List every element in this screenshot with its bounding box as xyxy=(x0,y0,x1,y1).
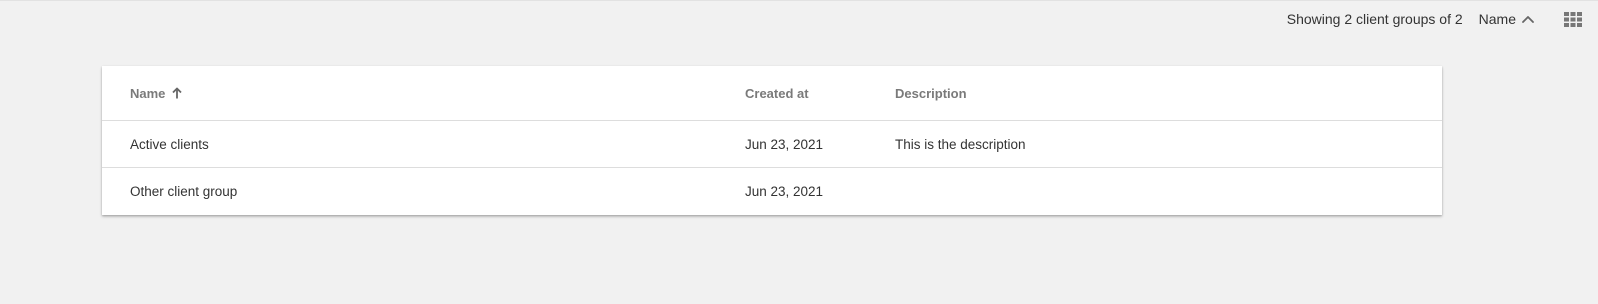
table-header: Name Created at Description xyxy=(102,66,1442,121)
column-header-label: Name xyxy=(130,85,166,101)
chevron-up-icon xyxy=(1522,15,1534,23)
column-header-name[interactable]: Name xyxy=(102,86,745,101)
column-header-created-at[interactable]: Created at xyxy=(745,86,895,101)
column-header-label: Description xyxy=(895,85,967,101)
sort-label: Name xyxy=(1478,11,1516,27)
list-toolbar: Showing 2 client groups of 2 Name xyxy=(1287,1,1598,37)
cell-name: Other client group xyxy=(130,184,238,199)
column-header-label: Created at xyxy=(745,85,809,101)
cell-created-at: Jun 23, 2021 xyxy=(745,184,824,199)
cell-name: Active clients xyxy=(130,136,209,152)
table-row[interactable]: Other client group Jun 23, 2021 xyxy=(102,168,1442,215)
column-header-description[interactable]: Description xyxy=(895,86,1442,101)
cell-description: This is the description xyxy=(895,136,1026,152)
cell-created-at: Jun 23, 2021 xyxy=(745,136,824,152)
grid-view-icon[interactable] xyxy=(1564,11,1582,27)
result-count: Showing 2 client groups of 2 xyxy=(1286,11,1463,27)
arrow-up-icon xyxy=(172,87,183,99)
table-row[interactable]: Active clients Jun 23, 2021 This is the … xyxy=(102,121,1442,168)
client-groups-table: Name Created at Description Active clien… xyxy=(102,66,1442,215)
sort-dropdown[interactable]: Name xyxy=(1479,11,1534,27)
